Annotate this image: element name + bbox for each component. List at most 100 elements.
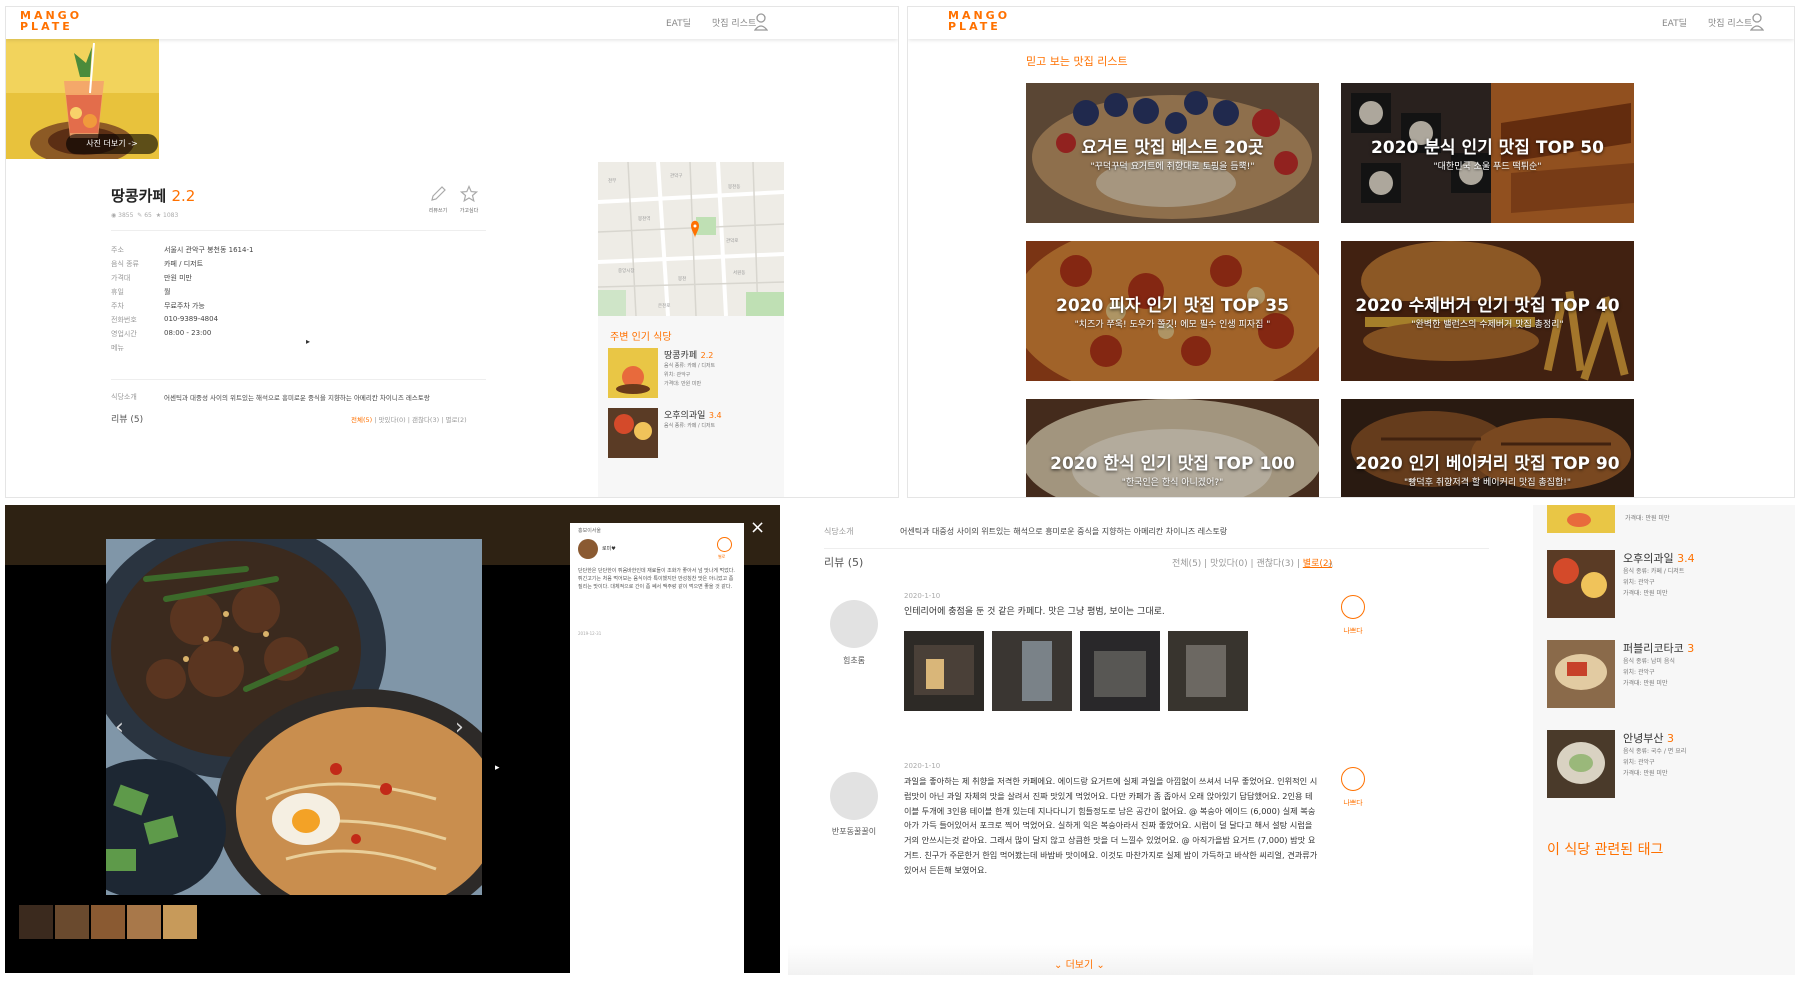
nearby-name: 땅콩카페: [664, 351, 698, 361]
lightbox-review-panel: 홍보이서울 로미♥ 별로 단단한은 단단한이 튀음바한인데 재료들이 조화가 좋…: [570, 523, 744, 973]
divider: [824, 548, 1489, 549]
nearby-price: 가격대: 만원 미만: [664, 381, 702, 387]
review-user: 힘초롬: [842, 656, 866, 665]
nearby-price: 가격대: 만원 미만: [1623, 680, 1668, 687]
review-date: 2020-1-10: [904, 592, 941, 600]
mangoplate-logo[interactable]: MANGO PLATE: [20, 10, 82, 32]
nav-list[interactable]: 맛집 리스트: [712, 16, 756, 29]
previous-photo-arrow[interactable]: ‹: [115, 715, 124, 740]
nearby-name: 오후의과일: [1623, 552, 1674, 565]
nav-eat-deal[interactable]: EAT딜: [666, 16, 691, 29]
review-text: 인테리어에 충점을 둔 것 같은 카페다. 맛은 그냥 평범, 보이는 그대로.: [904, 607, 1165, 617]
photo-thumbnail[interactable]: [163, 905, 197, 939]
svg-text:관악구: 관악구: [670, 172, 682, 179]
nav-eat-deal[interactable]: EAT딜: [1662, 16, 1687, 29]
info-key: 주소: [111, 246, 124, 254]
more-reviews-button[interactable]: ⌄ 더보기 ⌄: [1054, 956, 1105, 971]
filter-delicious[interactable]: 맛있다(0): [379, 416, 406, 424]
svg-text:서원동: 서원동: [733, 269, 745, 276]
nearby-name: 퍼블리코타코: [1623, 642, 1684, 655]
review-header: 리뷰 (5): [111, 415, 144, 425]
restaurant-rating: 2.2: [171, 187, 196, 205]
photo-thumbnail[interactable]: [91, 905, 125, 939]
review-list-panel: 식당소개 어센틱과 대중성 사이의 위트있는 해석으로 흥미로운 중식을 지향하…: [788, 505, 1795, 975]
user-icon[interactable]: [1750, 13, 1764, 31]
list-tile[interactable]: 2020 인기 베이커리 맛집 TOP 90 "빵덕후 취향저격 할 베이커리 …: [1341, 399, 1634, 497]
info-key: 음식 종류: [111, 260, 139, 268]
info-value: 카페 / 디저트: [164, 260, 204, 268]
list-tile-title: 2020 인기 베이커리 맛집 TOP 90: [1355, 454, 1620, 474]
review-photo[interactable]: [1080, 631, 1160, 711]
filter-all[interactable]: 전체(5): [1172, 559, 1201, 569]
top-lists-panel: MANGO PLATE EAT딜 맛집 리스트 믿고 보는 맛집 리스트 요거트 …: [907, 6, 1795, 498]
list-tile[interactable]: 2020 피자 인기 맛집 TOP 35 "치즈가 쭈욱! 도우가 쫄깃! 에모…: [1026, 241, 1319, 381]
mouse-cursor: ▸: [306, 337, 311, 346]
intro-label: 식당소개: [824, 527, 854, 536]
nearby-rating: 3: [1666, 732, 1674, 745]
filter-bad[interactable]: 별로(2): [445, 416, 466, 424]
filter-okay[interactable]: 괜찮다(3): [412, 416, 439, 424]
review-photo[interactable]: [904, 631, 984, 711]
header: MANGO PLATE EAT딜 맛집 리스트: [6, 7, 898, 39]
info-key: 메뉴: [111, 344, 124, 352]
filter-delicious[interactable]: 맛있다(0): [1210, 559, 1248, 569]
lightbox-review-text: 단단한은 단단한이 튀음바한인데 재료들이 조화가 좋아서 넘 맛나게 먹었다.…: [578, 568, 735, 590]
nearby-rating: 3: [1687, 642, 1695, 655]
lightbox-user: 로미♥: [602, 546, 616, 552]
list-tile-subtitle: "한국인은 한식 아니겠어?": [1121, 478, 1224, 488]
photo-lightbox-panel: ‹ › ▸ 홍보이서울 로미♥ 별로 단단한은 단단한이 튀음바한인데 재료들이…: [5, 505, 780, 973]
filter-all[interactable]: 전체(5): [351, 416, 372, 424]
review-filters: 전체(5) | 맛있다(0) | 괜찮다(3) | 별로(2): [351, 416, 467, 424]
restaurant-name: 땅콩카페 2.2: [111, 187, 196, 205]
next-photo-arrow[interactable]: ›: [455, 715, 464, 740]
avatar: [578, 539, 598, 559]
review-photo[interactable]: [1168, 631, 1248, 711]
nearby-food: 음식 종류: 국수 / 면 요리: [1623, 748, 1687, 755]
divider: [111, 230, 486, 231]
list-tile-subtitle: "대한민국 소울 푸드 떡튀순": [1433, 162, 1542, 172]
nearby-sidebar: 가격대: 만원 미만 오후의과일 3.4 음식 종류: 카페 / 디저트 위치:…: [1533, 505, 1795, 975]
nearby-title: 주변 인기 식당: [610, 332, 672, 343]
sad-face-icon: [1341, 767, 1365, 791]
info-key: 가격대: [111, 274, 131, 282]
write-review-button[interactable]: 리뷰쓰기: [425, 185, 451, 214]
review-photo[interactable]: [992, 631, 1072, 711]
photo-thumbnail[interactable]: [19, 905, 53, 939]
nearby-rating: 3.4: [1677, 552, 1695, 565]
restaurant-stats: ◉ 3855 ✎ 65 ★ 1083: [111, 212, 179, 219]
list-tile-title: 2020 분식 인기 맛집 TOP 50: [1371, 138, 1604, 158]
close-icon[interactable]: ×: [750, 519, 765, 537]
list-tile[interactable]: 2020 분식 인기 맛집 TOP 50 "대한민국 소울 푸드 떡튀순": [1341, 83, 1634, 223]
header: MANGO PLATE EAT딜 맛집 리스트: [908, 7, 1794, 39]
svg-text:은천로: 은천로: [658, 302, 670, 309]
filter-okay[interactable]: 괜찮다(3): [1256, 559, 1294, 569]
lists-section-title: 믿고 보는 맛집 리스트: [1026, 55, 1128, 68]
nearby-name: 오후의과일: [664, 411, 706, 421]
svg-text:봉천동: 봉천동: [728, 183, 740, 190]
mangoplate-logo[interactable]: MANGO PLATE: [948, 10, 1010, 32]
nearby-price: 가격대: 만원 미만: [1625, 515, 1670, 522]
eye-icon: ◉: [111, 212, 117, 219]
list-tile[interactable]: 요거트 맛집 베스트 20곳 "꾸덕꾸덕 요거트에 취향대로 토핑을 듬뿍!": [1026, 83, 1319, 223]
info-value: 서울시 관악구 봉천동 1614-1: [164, 246, 254, 254]
nav-list[interactable]: 맛집 리스트: [1708, 16, 1752, 29]
review-verdict: 나쁘다: [1343, 627, 1363, 635]
review-main: 식당소개 어센틱과 대중성 사이의 위트있는 해석으로 흥미로운 중식을 지향하…: [788, 505, 1533, 975]
intro-label: 식당소개: [111, 393, 137, 401]
nearby-price: 가격대: 만원 미만: [1623, 770, 1668, 777]
sidebar-item-partial[interactable]: 가격대: 만원 미만: [1533, 505, 1795, 535]
photo-more-button[interactable]: 사진 더보기 ->: [66, 134, 158, 154]
want-to-go-button[interactable]: 가고싶다: [456, 184, 482, 214]
info-key: 휴일: [111, 288, 124, 296]
avatar: [830, 600, 878, 648]
svg-text:천부: 천부: [608, 177, 616, 184]
location-map[interactable]: 천부 관악구 봉천동 봉천역 관악로 중앙시장 봉천 서원동 은천로: [598, 162, 784, 316]
photo-thumbnail[interactable]: [127, 905, 161, 939]
photo-thumbnail[interactable]: [55, 905, 89, 939]
list-tile-title: 2020 한식 인기 맛집 TOP 100: [1050, 454, 1295, 474]
intro-text: 어센틱과 대중성 사이의 위트있는 해석으로 흥미로운 중식을 지향하는 아메리…: [900, 527, 1228, 536]
user-icon[interactable]: [754, 13, 768, 31]
list-tile[interactable]: 2020 수제버거 인기 맛집 TOP 40 "완벽한 밸런스의 수제버거 맛집…: [1341, 241, 1634, 381]
list-tile-title: 2020 피자 인기 맛집 TOP 35: [1056, 296, 1289, 316]
list-tile[interactable]: 2020 한식 인기 맛집 TOP 100 "한국인은 한식 아니겠어?": [1026, 399, 1319, 497]
